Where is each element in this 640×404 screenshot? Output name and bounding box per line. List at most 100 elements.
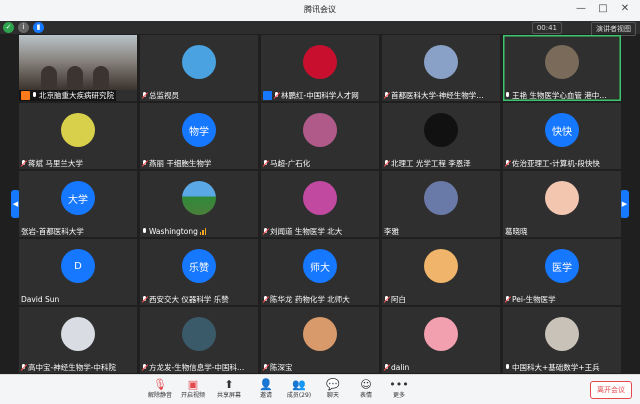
avatar-text: 物学 (182, 113, 216, 147)
avatar-text: 师大 (303, 249, 337, 283)
participant-tile[interactable]: 马超-广石化 (261, 103, 379, 169)
participant-name-bar: 佐治亚理工-计算机-段快快 (503, 158, 602, 169)
toolbar-item-label: 共享屏幕 (216, 392, 241, 399)
person-silhouette (93, 66, 109, 90)
participant-tile[interactable]: 李雅 (382, 171, 500, 237)
avatar-image (424, 249, 458, 283)
avatar-image (545, 317, 579, 351)
avatar-text: 乐赞 (182, 249, 216, 283)
participant-name: 中国科大+基础数学+王兵 (512, 363, 600, 372)
participant-name-bar: 阿白 (382, 294, 408, 305)
participant-name-bar: 蒋斌 马里兰大学 (19, 158, 85, 169)
next-page-icon[interactable]: ▶ (620, 190, 629, 218)
participant-name: 西安交大 仪器科学 乐赞 (149, 295, 229, 304)
participant-tile[interactable]: 师大陈华龙 药物化学 北师大 (261, 239, 379, 305)
participant-name: dalin (391, 363, 410, 372)
participant-tile[interactable]: D David Sun (19, 239, 137, 305)
participant-tile[interactable]: 北京脑重大疾病研究院 (19, 35, 137, 101)
speaker-view-button[interactable]: 演讲者视图 (591, 22, 636, 36)
participant-tile[interactable]: 刘闻道 生物医学 北大 (261, 171, 379, 237)
toolbar-item-share-screen[interactable]: ⬆ 共享屏幕 (208, 378, 250, 400)
avatar-image (424, 317, 458, 351)
participant-name-bar: 葛晓晓 (503, 226, 530, 237)
avatar-image (303, 317, 337, 351)
meeting-status-icons: ✓ i ▮ (3, 22, 44, 33)
participant-tile[interactable]: 高中宝-神经生物学-中科院 (19, 307, 137, 373)
shield-icon[interactable]: ✓ (3, 22, 14, 33)
info-icon[interactable]: i (18, 22, 29, 33)
avatar-image (545, 181, 579, 215)
toolbar-item-more[interactable]: ••• 更多 (378, 378, 420, 400)
participant-tile[interactable]: 林鹏红-中国科学人才网 (261, 35, 379, 101)
mic-muted-icon (384, 364, 389, 371)
participant-tile[interactable]: 阿白 (382, 239, 500, 305)
participant-name: 方龙发-生物信息学-中国科… (149, 363, 245, 372)
participant-name-bar: Washingtong (140, 226, 210, 237)
participant-name-bar: 陈华龙 药物化学 北师大 (261, 294, 352, 305)
participant-name: 张岩-首都医科大学 (21, 227, 84, 236)
participant-name-bar: 总监视员 (140, 90, 181, 101)
participant-tile[interactable]: 陈深宝 (261, 307, 379, 373)
mic-muted-icon (505, 296, 510, 303)
participant-tile[interactable]: 医学 Pei-生物医学 (503, 239, 621, 305)
minimize-icon[interactable]: — (574, 2, 588, 16)
participant-tile[interactable]: 总监视员 (140, 35, 258, 101)
participant-name: 李雅 (384, 227, 399, 236)
participant-name: 佐治亚理工-计算机-段快快 (512, 159, 600, 168)
participant-tile[interactable]: 中国科大+基础数学+王兵 (503, 307, 621, 373)
avatar-text: 医学 (545, 249, 579, 283)
mic-muted-icon (142, 92, 147, 99)
person-silhouette (41, 66, 57, 90)
participant-tile[interactable]: 王艳 生物医学心血管 港中… (503, 35, 621, 101)
participant-tile[interactable]: 大学张岩-首都医科大学 (19, 171, 137, 237)
avatar-image (303, 181, 337, 215)
participant-name: 阿白 (391, 295, 406, 304)
participant-name: 葛晓晓 (505, 227, 528, 236)
signal-icon[interactable]: ▮ (33, 22, 44, 33)
avatar-image (182, 181, 216, 215)
mic-muted-icon (263, 296, 268, 303)
mic-muted-icon (384, 160, 389, 167)
mic-muted-icon (263, 364, 268, 371)
participant-tile[interactable]: 物学燕丽 干细胞生物学 (140, 103, 258, 169)
maximize-icon[interactable]: □ (596, 2, 610, 16)
mic-muted-icon (142, 160, 147, 167)
participant-name-bar: 马超-广石化 (261, 158, 312, 169)
microphone-icon (505, 364, 510, 371)
meeting-info-bar: ✓ i ▮ 00:41 演讲者视图 (0, 21, 640, 36)
participant-name: 北理工 光学工程 李恩泽 (391, 159, 471, 168)
participant-tile[interactable]: 蒋斌 马里兰大学 (19, 103, 137, 169)
avatar-image (182, 45, 216, 79)
participant-tile[interactable]: Washingtong (140, 171, 258, 237)
avatar-image (303, 113, 337, 147)
mic-muted-icon (142, 364, 147, 371)
leave-meeting-button[interactable]: 离开会议 (590, 381, 632, 399)
share-screen-icon: ⬆ (224, 378, 234, 391)
participant-tile[interactable]: 方龙发-生物信息学-中国科… (140, 307, 258, 373)
close-icon[interactable]: ✕ (618, 2, 632, 16)
mic-muted-icon (21, 364, 26, 371)
participant-name: 陈华龙 药物化学 北师大 (270, 295, 350, 304)
participant-tile[interactable]: 北理工 光学工程 李恩泽 (382, 103, 500, 169)
avatar-image (424, 113, 458, 147)
participant-video (19, 35, 137, 90)
participant-name-bar: 张岩-首都医科大学 (19, 226, 86, 237)
participant-name-bar: 方龙发-生物信息学-中国科… (140, 362, 246, 373)
participant-name: 燕丽 干细胞生物学 (149, 159, 212, 168)
participant-tile[interactable]: 快快 佐治亚理工-计算机-段快快 (503, 103, 621, 169)
participant-name-bar: David Sun (19, 294, 61, 305)
participant-name: David Sun (21, 295, 60, 304)
participant-name: Washingtong (149, 227, 198, 236)
participant-tile[interactable]: dalin (382, 307, 500, 373)
mic-muted-icon (384, 92, 389, 99)
microphone-icon (505, 92, 510, 99)
participant-name-bar: dalin (382, 362, 411, 373)
participant-name: 王艳 生物医学心血管 港中… (512, 91, 607, 100)
avatar-text: 大学 (61, 181, 95, 215)
participant-tile[interactable]: 葛晓晓 (503, 171, 621, 237)
person-silhouette (67, 66, 83, 90)
participant-tile[interactable]: 乐赞西安交大 仪器科学 乐赞 (140, 239, 258, 305)
participant-name: Pei-生物医学 (512, 295, 556, 304)
participant-name: 首都医科大学-神经生物学… (391, 91, 484, 100)
participant-tile[interactable]: 首都医科大学-神经生物学… (382, 35, 500, 101)
